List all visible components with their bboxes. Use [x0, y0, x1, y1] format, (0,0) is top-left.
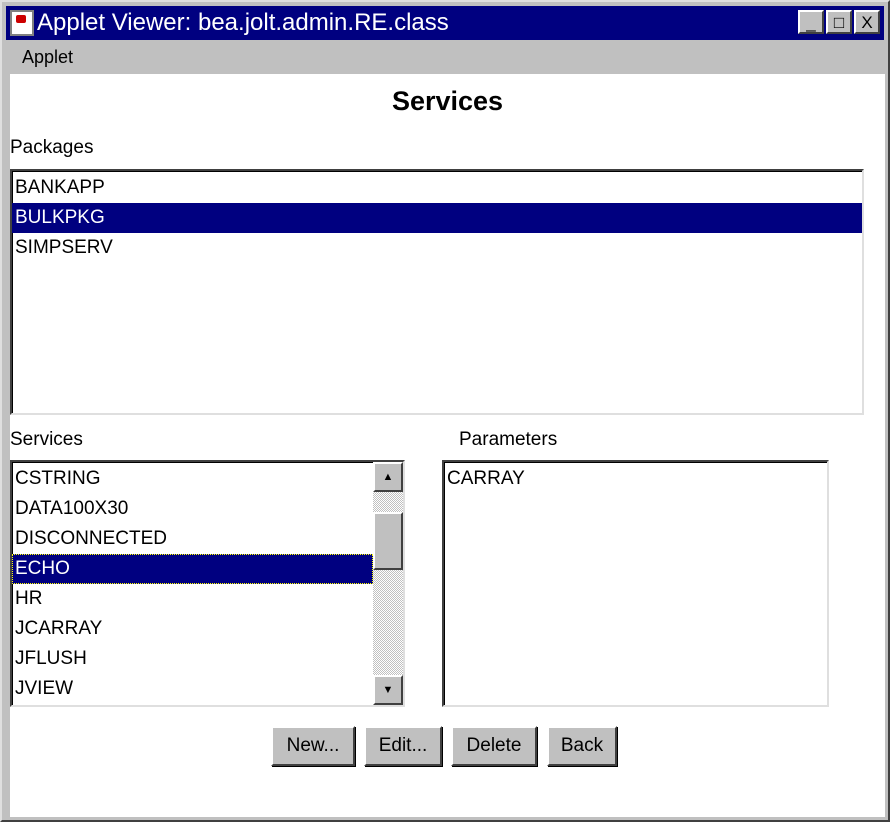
- packages-list[interactable]: BANKAPP BULKPKG SIMPSERV: [10, 169, 864, 415]
- service-item-selected[interactable]: ECHO: [12, 554, 373, 584]
- edit-button[interactable]: Edit...: [364, 726, 442, 766]
- packages-label: Packages: [10, 137, 94, 158]
- service-item[interactable]: JVIEW: [12, 674, 403, 704]
- service-item[interactable]: CSTRING: [12, 464, 403, 494]
- back-button[interactable]: Back: [547, 726, 617, 766]
- applet-viewer-window: Applet Viewer: bea.jolt.admin.RE.class _…: [0, 0, 890, 822]
- services-scrollbar[interactable]: ▲ ▼: [373, 462, 403, 705]
- parameters-label: Parameters: [459, 429, 558, 450]
- service-item[interactable]: HR: [12, 584, 403, 614]
- close-button[interactable]: X: [854, 10, 880, 34]
- parameter-item[interactable]: CARRAY: [444, 464, 827, 494]
- page-title: Services: [391, 86, 504, 116]
- package-item-selected[interactable]: BULKPKG: [12, 203, 862, 233]
- package-item[interactable]: SIMPSERV: [12, 233, 862, 263]
- scrollbar-thumb[interactable]: [373, 512, 403, 570]
- new-button[interactable]: New...: [271, 726, 355, 766]
- maximize-button[interactable]: □: [826, 10, 852, 34]
- scroll-up-arrow-icon[interactable]: ▲: [373, 462, 403, 492]
- java-app-icon: [10, 10, 34, 36]
- applet-content: Services Packages BANKAPP BULKPKG SIMPSE…: [10, 74, 885, 817]
- parameters-list[interactable]: CARRAY: [442, 460, 829, 707]
- service-item[interactable]: JFLUSH: [12, 644, 403, 674]
- menu-applet[interactable]: Applet: [6, 47, 73, 68]
- scroll-down-arrow-icon[interactable]: ▼: [373, 675, 403, 705]
- service-item[interactable]: DISCONNECTED: [12, 524, 403, 554]
- menu-bar: Applet: [6, 42, 884, 72]
- services-label: Services: [10, 429, 83, 450]
- services-list[interactable]: CSTRING DATA100X30 DISCONNECTED ECHO HR …: [10, 460, 405, 707]
- minimize-button[interactable]: _: [798, 10, 824, 34]
- service-item[interactable]: DATA100X30: [12, 494, 403, 524]
- window-title: Applet Viewer: bea.jolt.admin.RE.class: [37, 9, 449, 36]
- delete-button[interactable]: Delete: [451, 726, 537, 766]
- package-item[interactable]: BANKAPP: [12, 173, 862, 203]
- service-item[interactable]: JCARRAY: [12, 614, 403, 644]
- title-bar[interactable]: Applet Viewer: bea.jolt.admin.RE.class _…: [6, 6, 884, 40]
